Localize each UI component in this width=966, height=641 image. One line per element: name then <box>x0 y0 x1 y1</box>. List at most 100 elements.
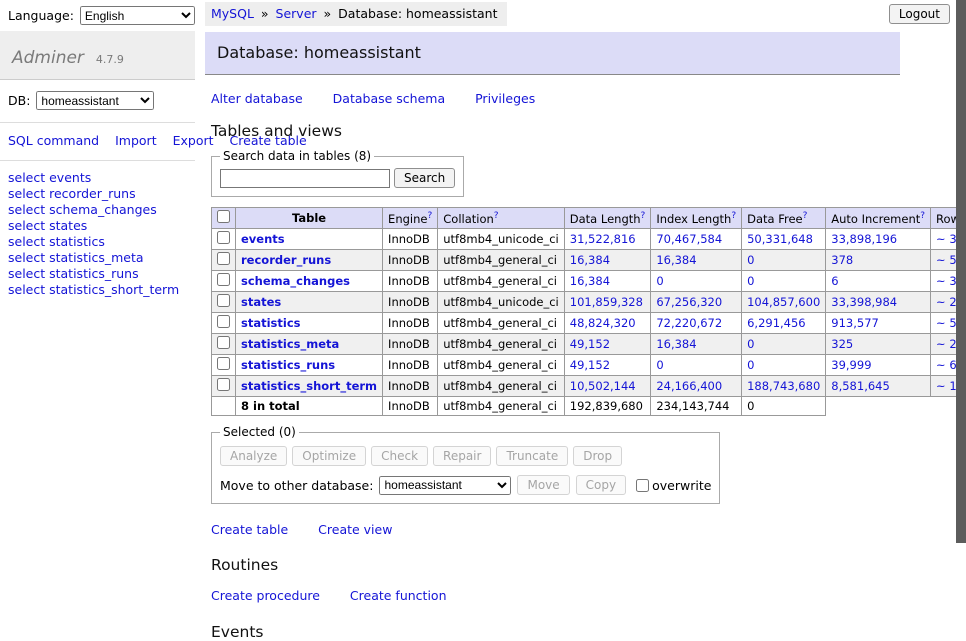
table-name-link[interactable]: schema_changes <box>241 274 350 288</box>
sidebar-link-sql-command[interactable]: SQL command <box>8 133 99 148</box>
logout-button[interactable]: Logout <box>889 4 950 24</box>
auto-increment-link[interactable]: 33,898,196 <box>831 232 897 246</box>
sidebar-item-select-events[interactable]: select events <box>8 170 187 186</box>
data-free-link[interactable]: 0 <box>747 337 754 351</box>
events-heading: Events <box>211 623 955 641</box>
index-length-link[interactable]: 16,384 <box>656 253 696 267</box>
sidebar: Language: English Adminer 4.7.9 DB: home… <box>0 0 195 543</box>
total-index-length: 234,143,744 <box>651 397 742 416</box>
col-header-collation: Collation? <box>438 208 565 229</box>
data-free-link[interactable]: 0 <box>747 274 754 288</box>
overwrite-label: overwrite <box>652 478 711 493</box>
help-link[interactable]: ? <box>427 211 432 221</box>
rows-count-link[interactable]: ~ 5 <box>936 253 957 267</box>
database-schema-link[interactable]: Database schema <box>333 91 445 106</box>
sidebar-item-select-statistics[interactable]: select statistics <box>8 234 187 250</box>
breadcrumb-server-link[interactable]: Server <box>276 6 317 21</box>
analyze-button[interactable]: Analyze <box>220 446 287 466</box>
data-length-link[interactable]: 101,859,328 <box>570 295 643 309</box>
data-length-link[interactable]: 49,152 <box>570 337 610 351</box>
drop-button[interactable]: Drop <box>573 446 622 466</box>
db-select[interactable]: homeassistant <box>36 91 154 110</box>
help-link[interactable]: ? <box>641 211 646 221</box>
auto-increment-link[interactable]: 913,577 <box>831 316 879 330</box>
copy-button[interactable]: Copy <box>576 475 626 495</box>
sidebar-item-select-states[interactable]: select states <box>8 218 187 234</box>
privileges-link[interactable]: Privileges <box>475 91 535 106</box>
sidebar-item-select-statistics-short-term[interactable]: select statistics_short_term <box>8 282 187 298</box>
auto-increment-link[interactable]: 39,999 <box>831 358 871 372</box>
repair-button[interactable]: Repair <box>433 446 491 466</box>
row-checkbox[interactable] <box>217 252 230 265</box>
data-free-link[interactable]: 188,743,680 <box>747 379 820 393</box>
create-table-link[interactable]: Create table <box>211 522 288 537</box>
row-checkbox[interactable] <box>217 357 230 370</box>
help-link[interactable]: ? <box>494 211 499 221</box>
row-checkbox[interactable] <box>217 315 230 328</box>
auto-increment-link[interactable]: 6 <box>831 274 838 288</box>
row-checkbox[interactable] <box>217 378 230 391</box>
data-length-link[interactable]: 16,384 <box>570 253 610 267</box>
help-link[interactable]: ? <box>920 211 925 221</box>
create-function-link[interactable]: Create function <box>350 588 447 603</box>
table-name-link[interactable]: events <box>241 232 285 246</box>
index-length-link[interactable]: 70,467,584 <box>656 232 722 246</box>
move-button[interactable]: Move <box>517 475 569 495</box>
data-free-link[interactable]: 104,857,600 <box>747 295 820 309</box>
data-length-link[interactable]: 48,824,320 <box>570 316 636 330</box>
data-free-link[interactable]: 0 <box>747 358 754 372</box>
row-checkbox[interactable] <box>217 273 230 286</box>
data-length-link[interactable]: 10,502,144 <box>570 379 636 393</box>
table-name-link[interactable]: statistics_short_term <box>241 379 377 393</box>
rows-count-link[interactable]: ~ 3 <box>936 274 957 288</box>
truncate-button[interactable]: Truncate <box>496 446 568 466</box>
row-checkbox[interactable] <box>217 336 230 349</box>
move-database-select[interactable]: homeassistant <box>379 476 511 495</box>
total-engine: InnoDB <box>383 397 438 416</box>
breadcrumb-mysql-link[interactable]: MySQL <box>211 6 254 21</box>
language-select[interactable]: English <box>80 6 195 25</box>
sidebar-link-import[interactable]: Import <box>115 133 157 148</box>
data-length-link[interactable]: 31,522,816 <box>570 232 636 246</box>
data-free-link[interactable]: 6,291,456 <box>747 316 806 330</box>
help-link[interactable]: ? <box>731 211 736 221</box>
auto-increment-link[interactable]: 325 <box>831 337 853 351</box>
index-length-link[interactable]: 16,384 <box>656 337 696 351</box>
breadcrumb-current: Database: homeassistant <box>338 6 497 21</box>
create-view-link[interactable]: Create view <box>318 522 392 537</box>
search-input[interactable] <box>220 169 390 188</box>
help-link[interactable]: ? <box>803 211 808 221</box>
row-checkbox[interactable] <box>217 294 230 307</box>
index-length-link[interactable]: 0 <box>656 358 663 372</box>
auto-increment-link[interactable]: 8,581,645 <box>831 379 890 393</box>
index-length-link[interactable]: 0 <box>656 274 663 288</box>
sidebar-item-select-recorder-runs[interactable]: select recorder_runs <box>8 186 187 202</box>
auto-increment-link[interactable]: 378 <box>831 253 853 267</box>
data-free-link[interactable]: 0 <box>747 253 754 267</box>
sidebar-item-select-statistics-meta[interactable]: select statistics_meta <box>8 250 187 266</box>
sidebar-item-select-schema-changes[interactable]: select schema_changes <box>8 202 187 218</box>
table-name-link[interactable]: states <box>241 295 281 309</box>
data-free-link[interactable]: 50,331,648 <box>747 232 813 246</box>
data-length-link[interactable]: 49,152 <box>570 358 610 372</box>
engine-cell: InnoDB <box>383 292 438 313</box>
auto-increment-link[interactable]: 33,398,984 <box>831 295 897 309</box>
index-length-link[interactable]: 67,256,320 <box>656 295 722 309</box>
row-checkbox[interactable] <box>217 231 230 244</box>
table-name-link[interactable]: statistics_meta <box>241 337 339 351</box>
data-length-link[interactable]: 16,384 <box>570 274 610 288</box>
table-name-link[interactable]: statistics <box>241 316 301 330</box>
overwrite-checkbox[interactable] <box>636 479 649 492</box>
index-length-link[interactable]: 24,166,400 <box>656 379 722 393</box>
create-procedure-link[interactable]: Create procedure <box>211 588 320 603</box>
table-name-link[interactable]: statistics_runs <box>241 358 335 372</box>
check-button[interactable]: Check <box>371 446 428 466</box>
optimize-button[interactable]: Optimize <box>292 446 366 466</box>
search-button[interactable]: Search <box>394 168 455 188</box>
sidebar-item-select-statistics-runs[interactable]: select statistics_runs <box>8 266 187 282</box>
alter-database-link[interactable]: Alter database <box>211 91 303 106</box>
table-name-link[interactable]: recorder_runs <box>241 253 331 267</box>
select-all-checkbox[interactable] <box>217 210 230 223</box>
index-length-link[interactable]: 72,220,672 <box>656 316 722 330</box>
scrollbar[interactable] <box>956 0 966 543</box>
